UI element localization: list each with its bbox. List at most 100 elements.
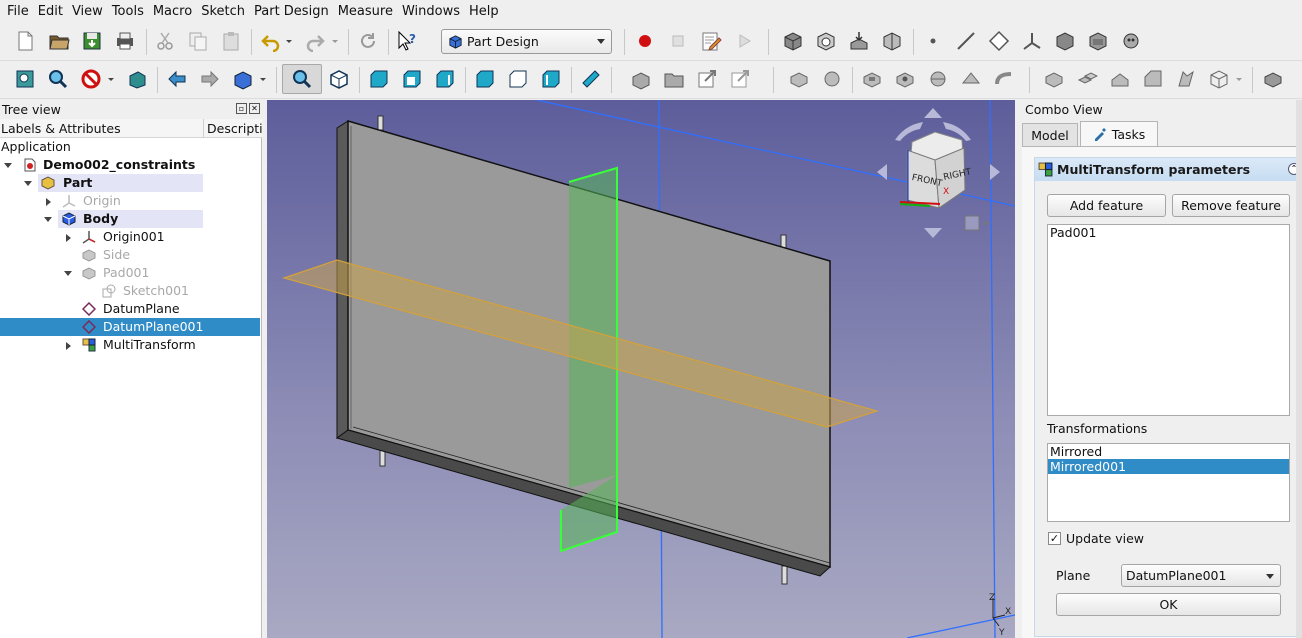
draw-style-dropdown[interactable] — [104, 66, 118, 92]
menu-edit[interactable]: Edit — [35, 4, 69, 19]
refresh-button[interactable] — [355, 28, 381, 54]
3d-scene[interactable]: FRONT RIGHT X Z X Y — [267, 100, 1015, 638]
macro-stop-button[interactable] — [665, 28, 691, 54]
datum-plane-button[interactable] — [986, 28, 1012, 54]
tree-item-multitransform[interactable]: MultiTransform — [0, 336, 260, 354]
hole-button[interactable] — [892, 66, 918, 92]
macro-run-button[interactable] — [731, 28, 757, 54]
body-button[interactable] — [813, 28, 839, 54]
list-item[interactable]: Mirrored001 — [1048, 459, 1289, 474]
view-bottom-button[interactable] — [505, 66, 531, 92]
sprocket-button[interactable] — [1118, 28, 1144, 54]
tree-item-origin001[interactable]: Origin001 — [0, 228, 260, 246]
shape-binder-button[interactable] — [879, 28, 905, 54]
view-front-button[interactable] — [366, 66, 392, 92]
macro-edit-button[interactable] — [698, 28, 724, 54]
tree-item-part[interactable]: Part — [0, 174, 260, 192]
chamfer-button[interactable] — [1140, 66, 1166, 92]
list-item[interactable]: Pad001 — [1048, 225, 1289, 240]
redo-dropdown[interactable] — [328, 28, 342, 54]
chevron-right-icon[interactable] — [66, 342, 71, 350]
features-list[interactable]: Pad001 — [1047, 224, 1290, 416]
chevron-down-icon[interactable] — [24, 181, 32, 186]
import-button[interactable] — [846, 28, 872, 54]
fit-all-button[interactable] — [12, 66, 38, 92]
plane-select[interactable]: DatumPlane001 — [1121, 564, 1281, 587]
subtractive-pipe-button[interactable] — [991, 66, 1017, 92]
menu-sketch[interactable]: Sketch — [198, 4, 251, 19]
menu-macro[interactable]: Macro — [150, 4, 198, 19]
menu-view[interactable]: View — [69, 4, 109, 19]
save-button[interactable] — [79, 28, 105, 54]
add-feature-button[interactable]: Add feature — [1047, 194, 1166, 217]
open-button[interactable] — [46, 28, 72, 54]
tab-model[interactable]: Model — [1022, 123, 1078, 146]
tree-item-document[interactable]: Demo002_constraints — [0, 156, 260, 174]
new-document-button[interactable] — [12, 28, 38, 54]
tab-tasks[interactable]: Tasks — [1080, 121, 1158, 146]
fit-selection-button[interactable] — [45, 66, 71, 92]
paste-button[interactable] — [218, 28, 244, 54]
nav-arrow-up-icon[interactable] — [924, 108, 942, 118]
float-panel-button[interactable]: ▫ — [236, 103, 247, 114]
navigation-cube[interactable]: FRONT RIGHT X — [877, 108, 1000, 238]
pad-button[interactable] — [786, 66, 812, 92]
tree-item-side[interactable]: Side — [0, 246, 260, 264]
menu-part-design[interactable]: Part Design — [251, 4, 335, 19]
datum-point-button[interactable] — [920, 28, 946, 54]
chevron-down-icon[interactable] — [64, 271, 72, 276]
view-zoom-button[interactable] — [282, 64, 322, 94]
mirrored-button[interactable] — [1041, 66, 1067, 92]
forward-button[interactable] — [197, 66, 223, 92]
pocket-button[interactable] — [859, 66, 885, 92]
chevron-right-icon[interactable] — [66, 234, 71, 242]
menu-measure[interactable]: Measure — [335, 4, 399, 19]
polar-pattern-button[interactable] — [1107, 66, 1133, 92]
column-description-header[interactable]: Description — [203, 119, 262, 138]
nav-arrow-left-icon[interactable] — [877, 164, 887, 180]
dress-up-dropdown[interactable] — [1232, 66, 1246, 92]
update-view-checkbox[interactable]: ✓ — [1048, 532, 1061, 545]
menu-help[interactable]: Help — [466, 4, 505, 19]
close-panel-button[interactable]: ✕ — [249, 103, 260, 114]
workbench-selector[interactable]: Part Design — [441, 29, 612, 54]
print-button[interactable] — [112, 28, 138, 54]
chevron-right-icon[interactable] — [46, 198, 51, 206]
draft-button[interactable] — [1206, 66, 1232, 92]
part-button[interactable] — [780, 28, 806, 54]
groove-button[interactable] — [925, 66, 951, 92]
chevron-down-icon[interactable] — [983, 222, 989, 226]
transformations-list[interactable]: Mirrored Mirrored001 — [1047, 443, 1290, 522]
nav-menu-cube-icon[interactable] — [964, 215, 980, 231]
sub-shape-binder-button[interactable] — [1085, 28, 1111, 54]
list-item[interactable]: Mirrored — [1048, 444, 1289, 459]
redo-button[interactable] — [302, 28, 328, 54]
whats-this-button[interactable]: ? — [394, 28, 420, 54]
tree-item-pad001[interactable]: Pad001 — [0, 264, 260, 282]
link-button[interactable] — [694, 66, 720, 92]
datum-line-button[interactable] — [953, 28, 979, 54]
menu-windows[interactable]: Windows — [399, 4, 466, 19]
tree-item-datumplane001[interactable]: DatumPlane001 — [0, 318, 260, 336]
view-right-button[interactable] — [432, 66, 458, 92]
cut-button[interactable] — [152, 28, 178, 54]
tree-item-origin[interactable]: Origin — [0, 192, 260, 210]
std-views-dropdown[interactable] — [256, 66, 270, 92]
macro-record-button[interactable] — [632, 28, 658, 54]
linear-pattern-button[interactable] — [1074, 66, 1100, 92]
group-button[interactable] — [661, 66, 687, 92]
view-isometric-button[interactable] — [326, 66, 352, 92]
tree-item-datumplane[interactable]: DatumPlane — [0, 300, 260, 318]
nav-rotate-left-icon[interactable] — [895, 122, 923, 141]
chevron-down-icon[interactable] — [44, 217, 52, 222]
boolean-button[interactable] — [1260, 66, 1286, 92]
bounding-box-button[interactable] — [124, 66, 150, 92]
nav-arrow-right-icon[interactable] — [990, 164, 1000, 180]
view-left-button[interactable] — [538, 66, 564, 92]
sketch-button[interactable] — [628, 66, 654, 92]
local-cs-button[interactable] — [1019, 28, 1045, 54]
view-top-button[interactable] — [399, 66, 425, 92]
nav-arrow-down-icon[interactable] — [924, 228, 942, 238]
combo-view-scrollbar[interactable] — [1296, 100, 1302, 638]
undo-button[interactable] — [258, 28, 284, 54]
